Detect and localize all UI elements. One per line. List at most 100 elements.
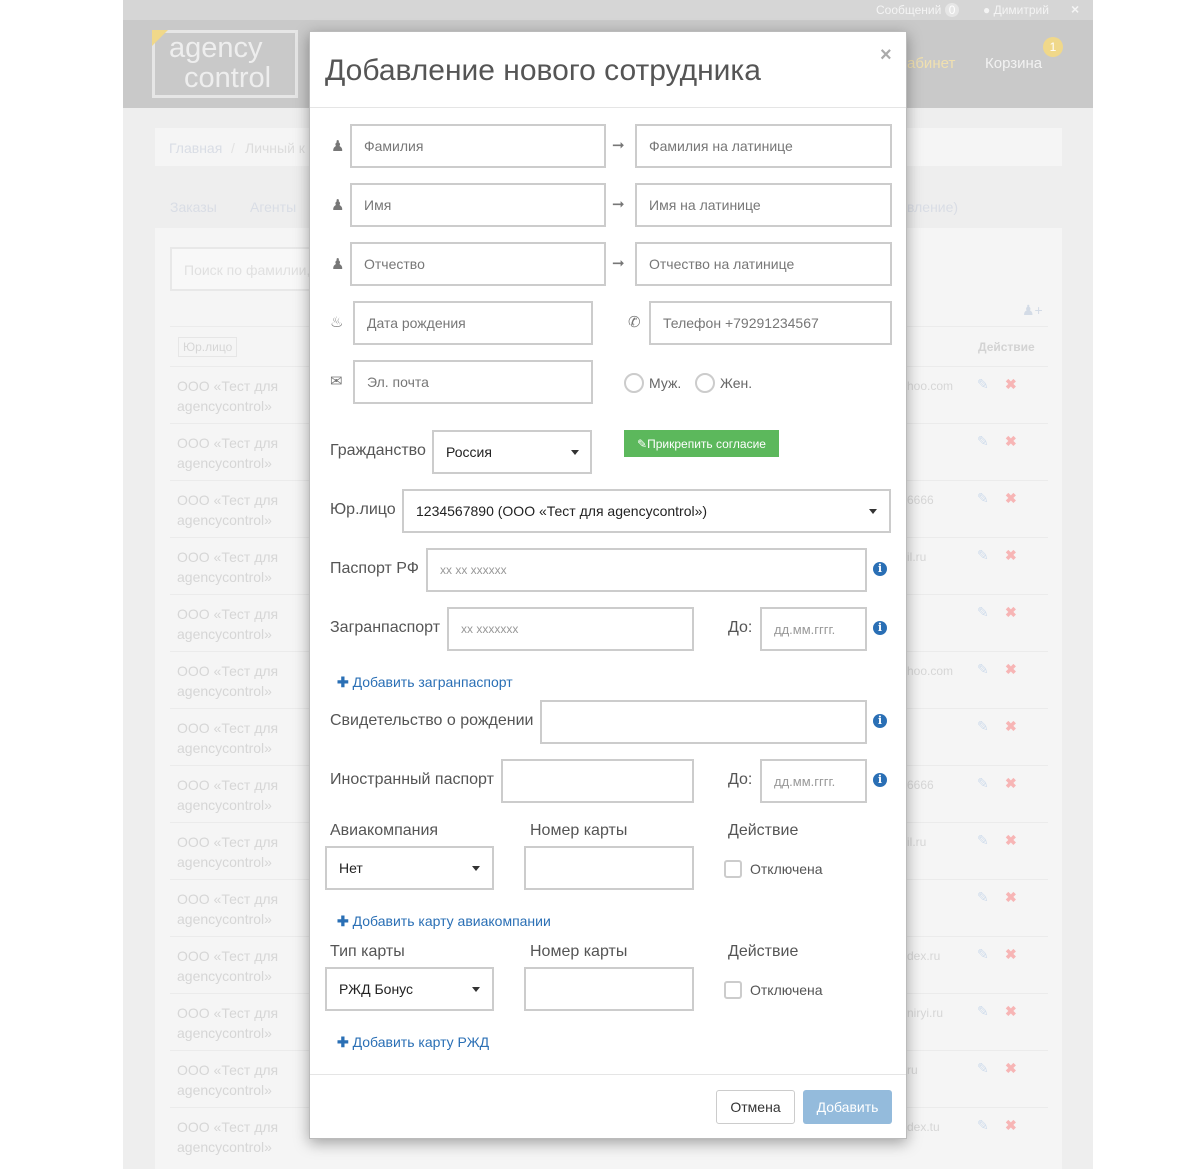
airline-select[interactable]: Нет [325,846,494,890]
delete-x-icon[interactable]: ✖ [1005,604,1017,621]
rail-card-type-label: Тип карты [330,943,405,960]
delete-x-icon[interactable]: ✖ [1005,661,1017,678]
delete-x-icon[interactable]: ✖ [1005,1117,1017,1134]
add-user-icon[interactable]: ♟+ [1022,302,1043,319]
add-rail-card-link[interactable]: ✚ Добавить карту РЖД [337,1034,489,1051]
breadcrumb-home[interactable]: Главная [169,140,222,156]
phone-input[interactable]: Телефон +79291234567 [649,301,892,345]
birth-date-input[interactable]: Дата рождения [353,301,593,345]
edit-pencil-icon[interactable]: ✎ [977,1003,989,1020]
search-input[interactable]: Поиск по фамилии, [170,247,320,291]
edit-pencil-icon[interactable]: ✎ [977,1117,989,1134]
last-name-input[interactable]: Фамилия [350,124,606,168]
arrow-right-icon: ➞ [612,137,625,154]
row-company: ООО «Тест для agencycontrol» [177,1119,279,1155]
envelope-icon: ✉ [330,373,343,390]
search-placeholder: Поиск по фамилии, [184,262,311,278]
info-icon[interactable]: i [873,773,887,787]
delete-x-icon[interactable]: ✖ [1005,433,1017,450]
edit-pencil-icon[interactable]: ✎ [977,1060,989,1077]
filter-legal-entity[interactable]: Юр.лицо [178,337,238,357]
edit-pencil-icon[interactable]: ✎ [977,376,989,393]
chevron-down-icon [472,866,480,871]
legal-entity-select[interactable]: 1234567890 (ООО «Тест для agencycontrol»… [402,489,891,533]
edit-pencil-icon[interactable]: ✎ [977,832,989,849]
foreign-passport-until-input[interactable]: дд.мм.гггг. [760,759,867,803]
middle-name-latin-input[interactable]: Отчество на латинице [635,242,892,286]
birth-cert-input[interactable] [540,700,867,744]
delete-x-icon[interactable]: ✖ [1005,547,1017,564]
delete-x-icon[interactable]: ✖ [1005,832,1017,849]
rail-card-number-input[interactable] [524,967,694,1011]
add-button[interactable]: Добавить [803,1090,892,1124]
delete-x-icon[interactable]: ✖ [1005,1003,1017,1020]
edit-pencil-icon[interactable]: ✎ [977,946,989,963]
edit-pencil-icon[interactable]: ✎ [977,547,989,564]
delete-x-icon[interactable]: ✖ [1005,718,1017,735]
rail-action-label: Действие [728,943,799,960]
row-email: hoo.com [907,664,954,678]
logo[interactable]: agency control [152,30,298,98]
tab-orders[interactable]: Заказы [170,199,217,215]
info-icon[interactable]: i [873,714,887,728]
intl-passport-input[interactable]: xx xxxxxxx [447,607,694,651]
middle-name-input[interactable]: Отчество [350,242,606,286]
edit-pencil-icon[interactable]: ✎ [977,490,989,507]
nav-cabinet[interactable]: абинет [907,55,955,72]
logo-triangle-icon [152,30,168,46]
nav-cart[interactable]: Корзина [985,55,1042,72]
row-company: ООО «Тест для agencycontrol» [177,834,279,870]
logout-icon[interactable]: × [1071,1,1079,17]
attach-consent-button[interactable]: ✎ Прикрепить согласие [624,430,779,457]
add-airline-card-link[interactable]: ✚ Добавить карту авиакомпании [337,913,551,930]
modal-close-button[interactable]: × [880,44,892,67]
messages-link[interactable]: Сообщений 0 [876,3,960,17]
airline-action-label: Действие [728,822,799,839]
edit-pencil-icon[interactable]: ✎ [977,604,989,621]
first-name-input[interactable]: Имя [350,183,606,227]
edit-pencil-icon[interactable]: ✎ [977,718,989,735]
delete-x-icon[interactable]: ✖ [1005,1060,1017,1077]
citizenship-select[interactable]: Россия [432,430,592,474]
row-email: il.ru [907,550,927,564]
row-email: ru [907,1063,918,1077]
modal-title: Добавление нового сотрудника [325,54,761,87]
gender-female-radio[interactable] [695,373,715,393]
gender-male-label: Муж. [649,375,682,391]
logo-text-1: agency [169,32,263,64]
chevron-down-icon [472,987,480,992]
delete-x-icon[interactable]: ✖ [1005,376,1017,393]
cancel-button[interactable]: Отмена [716,1090,795,1124]
edit-pencil-icon[interactable]: ✎ [977,775,989,792]
edit-pencil-icon[interactable]: ✎ [977,661,989,678]
info-icon[interactable]: i [873,562,887,576]
rail-card-type-select[interactable]: РЖД Бонус [325,967,494,1011]
delete-x-icon[interactable]: ✖ [1005,889,1017,906]
passport-rf-input[interactable]: xx xx xxxxxx [426,548,867,592]
chevron-down-icon [869,509,877,514]
plus-icon: ✚ [337,913,349,929]
modal-footer-divider [310,1074,906,1075]
delete-x-icon[interactable]: ✖ [1005,775,1017,792]
rail-disabled-checkbox[interactable] [724,981,742,999]
delete-x-icon[interactable]: ✖ [1005,490,1017,507]
edit-pencil-icon[interactable]: ✎ [977,889,989,906]
passport-rf-label: Паспорт РФ [330,560,419,577]
intl-passport-until-input[interactable]: дд.мм.гггг. [760,607,867,651]
info-icon[interactable]: i [873,621,887,635]
tab-other[interactable]: вление) [907,199,958,215]
airline-card-number-input[interactable] [524,846,694,890]
user-icon: ● [983,3,991,17]
edit-pencil-icon[interactable]: ✎ [977,433,989,450]
first-name-latin-input[interactable]: Имя на латинице [635,183,892,227]
last-name-latin-input[interactable]: Фамилия на латинице [635,124,892,168]
user-link[interactable]: ● Димитрий [983,3,1049,17]
foreign-passport-input[interactable] [501,759,694,803]
tab-agents[interactable]: Агенты [250,199,296,215]
email-input[interactable]: Эл. почта [353,360,593,404]
foreign-passport-until-label: До: [728,771,753,788]
airline-disabled-checkbox[interactable] [724,860,742,878]
add-intl-passport-link[interactable]: ✚ Добавить загранпаспорт [337,674,513,691]
delete-x-icon[interactable]: ✖ [1005,946,1017,963]
gender-male-radio[interactable] [624,373,644,393]
